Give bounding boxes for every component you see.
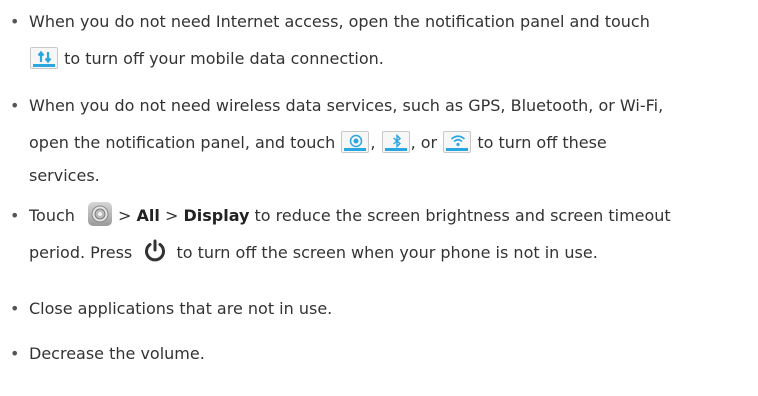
bullet: •: [10, 96, 20, 115]
power-icon: [143, 239, 167, 276]
bluetooth-icon: [381, 131, 410, 153]
list-item: • Close applications that are not in use…: [0, 290, 758, 327]
menu-all: All: [136, 206, 160, 225]
item-text: period. Press: [29, 243, 133, 262]
item-text: to turn off these: [477, 133, 607, 152]
bullet: •: [10, 206, 20, 225]
battery-tips-list: • When you do not need Internet access, …: [0, 0, 758, 372]
item-text: Touch: [29, 206, 75, 225]
item-text: open the notification panel, and touch: [29, 133, 336, 152]
item-text: services.: [29, 166, 100, 185]
bullet: •: [10, 299, 20, 318]
comma: ,: [370, 133, 376, 152]
item-text: to reduce the screen brightness and scre…: [254, 206, 671, 225]
menu-display: Display: [183, 206, 250, 225]
settings-icon: [88, 202, 113, 226]
item-text: to turn off the screen when your phone i…: [176, 243, 598, 262]
path-separator: >: [118, 206, 132, 225]
item-text: When you do not need Internet access, op…: [29, 12, 650, 31]
item-text: Decrease the volume.: [29, 344, 205, 363]
wifi-icon: [443, 131, 472, 153]
list-item: • When you do not need Internet access, …: [0, 3, 758, 77]
bullet: •: [10, 12, 20, 31]
separator: , or: [410, 133, 438, 152]
item-text: When you do not need wireless data servi…: [29, 96, 664, 115]
gps-icon: [341, 131, 370, 153]
list-item: • Decrease the volume.: [0, 335, 758, 372]
item-text: to turn off your mobile data connection.: [64, 49, 384, 68]
path-separator: >: [164, 206, 179, 225]
list-item: • When you do not need wireless data ser…: [0, 87, 758, 191]
mobile-data-icon: [30, 47, 58, 69]
item-text: Close applications that are not in use.: [29, 299, 333, 318]
list-item: • Touch > All > Display to reduce the sc…: [0, 197, 758, 276]
bullet: •: [10, 344, 20, 363]
